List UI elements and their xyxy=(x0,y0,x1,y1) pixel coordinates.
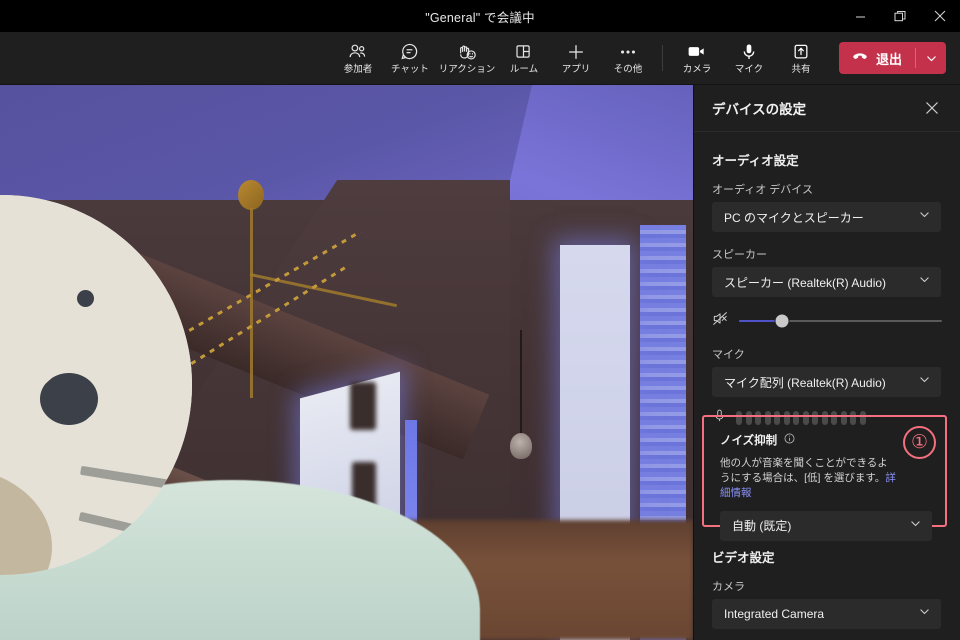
noise-suppression-value: 自動 (既定) xyxy=(732,519,792,534)
leave-meeting-button[interactable]: 退出 xyxy=(839,42,915,74)
toolbar-item-camera[interactable]: カメラ xyxy=(673,33,721,83)
camera-icon xyxy=(686,42,707,62)
speaker-volume-row xyxy=(712,310,942,332)
noise-suppression-select[interactable]: 自動 (既定) xyxy=(720,510,932,541)
toolbar-divider xyxy=(661,45,663,71)
close-button[interactable] xyxy=(920,0,960,32)
toolbar-label-camera: カメラ xyxy=(682,63,712,75)
minimize-button[interactable] xyxy=(840,0,880,32)
leave-meeting-label: 退出 xyxy=(875,51,902,67)
toolbar-item-more[interactable]: その他 xyxy=(604,33,652,83)
video-settings-section: ビデオ設定 カメラ Integrated Camera xyxy=(712,547,941,629)
teams-meeting-window: "General" で会議中 参加者 チャット リアクション ルーム アプリ そ… xyxy=(0,0,960,640)
device-settings-panel: デバイスの設定 オーディオ設定 オーディオ デバイス PC のマイクとスピーカー… xyxy=(693,85,960,640)
window-title: "General" で会議中 xyxy=(425,10,535,25)
toolbar-item-mic[interactable]: マイク xyxy=(725,33,773,83)
speaker-label: スピーカー xyxy=(712,249,767,261)
breakout-rooms-icon xyxy=(514,42,533,62)
mobile-knob xyxy=(238,180,264,210)
speaker-muted-icon[interactable] xyxy=(712,310,729,332)
toolbar-label-mic: マイク xyxy=(734,63,764,75)
noise-suppression-description: 他の人が音楽を聞くことができるようにする場合は、[低] を選びます。詳細情報 xyxy=(720,456,898,502)
restore-icon xyxy=(894,10,905,21)
close-icon xyxy=(926,102,938,114)
chevron-down-icon xyxy=(918,373,931,391)
toolbar-media-actions: カメラ マイク 共有 xyxy=(671,33,827,83)
minimize-icon xyxy=(855,16,865,17)
mobile-rod-vertical xyxy=(250,208,253,398)
toolbar-label-participants: 参加者 xyxy=(343,63,373,75)
noise-suppression-title: ノイズ抑制 xyxy=(720,435,778,447)
chat-icon xyxy=(400,42,419,62)
mic-select[interactable]: マイク配列 (Realtek(R) Audio) xyxy=(712,367,941,397)
microphone-icon xyxy=(739,42,759,62)
toolbar-item-rooms[interactable]: ルーム xyxy=(500,33,548,83)
close-icon xyxy=(934,10,946,22)
share-screen-icon xyxy=(791,42,811,62)
toolbar-label-apps: アプリ xyxy=(561,63,591,75)
chevron-down-icon xyxy=(918,208,931,226)
plus-icon xyxy=(566,42,586,62)
avatar-eye xyxy=(77,290,94,307)
leave-options-button[interactable] xyxy=(916,42,946,74)
device-settings-title: デバイスの設定 xyxy=(712,102,807,117)
toolbar-label-more: その他 xyxy=(613,63,643,75)
device-settings-header: デバイスの設定 xyxy=(694,85,960,132)
meeting-toolbar: 参加者 チャット リアクション ルーム アプリ その他 カメラ マイク 共有 退… xyxy=(0,32,960,85)
chevron-down-icon xyxy=(909,517,922,535)
camera-value: Integrated Camera xyxy=(724,607,825,621)
audio-device-label: オーディオ デバイス xyxy=(712,184,813,196)
toolbar-label-chat: チャット xyxy=(391,63,429,75)
speaker-volume-slider[interactable] xyxy=(739,314,942,328)
device-settings-close-button[interactable] xyxy=(918,94,946,122)
noise-description-text: 他の人が音楽を聞くことができるようにする場合は、[低] を選びます。 xyxy=(720,457,888,485)
toolbar-item-participants[interactable]: 参加者 xyxy=(334,33,382,83)
audio-device-value: PC のマイクとスピーカー xyxy=(724,210,864,225)
shelf-object-d xyxy=(350,382,376,430)
camera-label: カメラ xyxy=(712,581,745,593)
toolbar-label-reactions: リアクション xyxy=(438,63,496,75)
chevron-down-icon xyxy=(926,55,936,61)
speaker-volume-thumb[interactable] xyxy=(775,314,789,328)
reactions-icon xyxy=(457,42,477,62)
toolbar-item-reactions[interactable]: リアクション xyxy=(438,33,496,83)
audio-device-select[interactable]: PC のマイクとスピーカー xyxy=(712,202,941,232)
noise-suppression-header: ノイズ抑制 xyxy=(720,431,930,449)
hangup-icon xyxy=(851,47,869,70)
video-stage[interactable] xyxy=(0,85,693,640)
bulb-cord xyxy=(520,330,522,435)
toolbar-item-share[interactable]: 共有 xyxy=(777,33,825,83)
video-settings-heading: ビデオ設定 xyxy=(712,551,775,565)
info-circle-icon[interactable] xyxy=(784,431,795,449)
hanging-bulb xyxy=(510,433,532,459)
device-settings-body: オーディオ設定 オーディオ デバイス PC のマイクとスピーカー スピーカー ス… xyxy=(694,132,960,428)
hanging-mobile-decor xyxy=(69,180,440,441)
leave-meeting-button-group: 退出 xyxy=(838,42,946,74)
otter-avatar xyxy=(0,195,192,575)
chevron-down-icon xyxy=(918,273,931,291)
speaker-select[interactable]: スピーカー (Realtek(R) Audio) xyxy=(712,267,941,297)
toolbar-main-actions: 参加者 チャット リアクション ルーム アプリ その他 xyxy=(332,33,654,83)
mic-label: マイク xyxy=(712,349,745,361)
audio-settings-heading: オーディオ設定 xyxy=(712,154,799,168)
window-controls xyxy=(840,0,960,32)
mic-value: マイク配列 (Realtek(R) Audio) xyxy=(724,375,886,390)
toolbar-item-apps[interactable]: アプリ xyxy=(552,33,600,83)
more-ellipsis-icon xyxy=(618,42,638,62)
camera-select[interactable]: Integrated Camera xyxy=(712,599,941,629)
title-bar: "General" で会議中 xyxy=(0,0,960,32)
annotation-number-1: ① xyxy=(903,426,936,459)
toolbar-item-chat[interactable]: チャット xyxy=(386,33,434,83)
speaker-value: スピーカー (Realtek(R) Audio) xyxy=(724,275,887,290)
noise-suppression-highlight-box: ① ノイズ抑制 他の人が音楽を聞くことができるようにする場合は、[低] を選びま… xyxy=(702,415,947,541)
toolbar-label-share: 共有 xyxy=(791,63,811,75)
people-icon xyxy=(348,42,367,62)
chevron-down-icon xyxy=(918,605,931,623)
restore-button[interactable] xyxy=(880,0,920,32)
toolbar-label-rooms: ルーム xyxy=(509,63,539,75)
